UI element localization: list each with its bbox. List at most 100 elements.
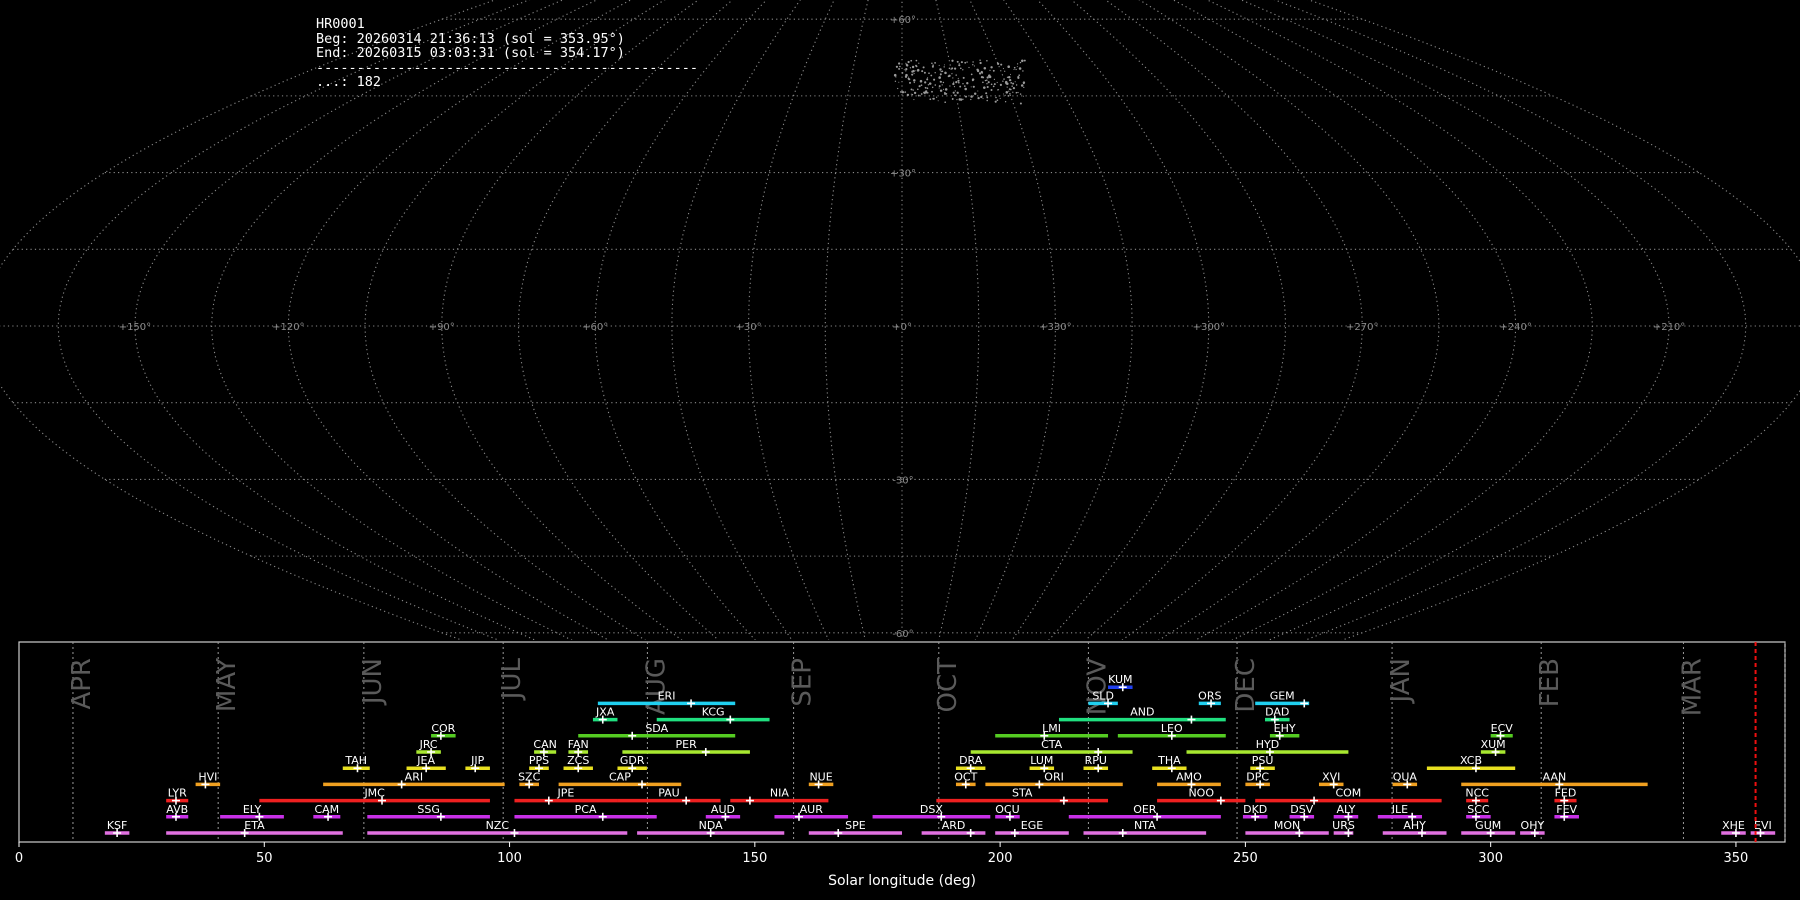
month-label: JUL xyxy=(497,657,527,701)
star-point xyxy=(915,59,918,62)
star-point xyxy=(913,79,916,82)
star-point xyxy=(948,67,951,70)
shower-label: JRC xyxy=(419,738,438,751)
star-point xyxy=(923,71,926,74)
meridian-line xyxy=(134,0,565,640)
shower-label: EVI xyxy=(1754,819,1772,832)
shower-label: EHY xyxy=(1274,722,1296,735)
star-point xyxy=(901,71,904,74)
shower-aan: AAN xyxy=(1461,770,1648,789)
star-point xyxy=(992,85,995,88)
star-point xyxy=(982,98,984,100)
meridian-line xyxy=(935,0,980,640)
star-point xyxy=(1022,95,1024,97)
shower-label: PPS xyxy=(529,754,549,767)
star-point xyxy=(940,81,943,83)
star-point xyxy=(959,67,962,70)
star-point xyxy=(938,64,940,66)
shower-label: ORS xyxy=(1198,689,1221,702)
star-point xyxy=(895,76,897,78)
star-point xyxy=(907,60,910,64)
star-point xyxy=(996,81,998,84)
star-point xyxy=(962,76,965,79)
shower-scc: SCC xyxy=(1466,803,1491,821)
star-point xyxy=(905,62,907,64)
star-point xyxy=(973,92,977,95)
star-point xyxy=(1015,68,1017,71)
month-label: JUN xyxy=(358,658,388,706)
shower-eri: ERI xyxy=(597,689,736,708)
shower-label: NOO xyxy=(1188,787,1214,800)
x-tick-label: 200 xyxy=(988,851,1013,866)
star-point xyxy=(1019,93,1022,95)
shower-label: DAD xyxy=(1265,706,1289,719)
shower-label: XHE xyxy=(1722,819,1745,832)
star-point xyxy=(930,74,933,77)
star-point xyxy=(982,81,984,84)
star-point xyxy=(1016,66,1018,68)
star-point xyxy=(1012,91,1014,93)
shower-label: OER xyxy=(1133,803,1157,816)
star-point xyxy=(944,71,947,75)
star-point xyxy=(964,61,967,64)
star-point xyxy=(898,67,901,70)
shower-dkd: DKD xyxy=(1242,803,1268,821)
plot-frame xyxy=(18,641,1786,843)
month-label: MAR xyxy=(1677,658,1707,716)
shower-label: DSV xyxy=(1290,803,1313,816)
star-point xyxy=(935,96,938,98)
shower-label: JMC xyxy=(363,787,385,800)
star-point xyxy=(948,74,951,78)
star-point xyxy=(962,82,964,85)
star-point xyxy=(942,88,945,90)
shower-label: NCC xyxy=(1465,787,1489,800)
star-point xyxy=(933,78,936,81)
star-point xyxy=(1003,78,1005,80)
shower-label: LYR xyxy=(168,787,187,800)
shower-label: NDA xyxy=(699,819,724,832)
star-point xyxy=(979,59,981,62)
star-point xyxy=(999,97,1001,99)
sky-map: +180°+150°+120°+90°+60°+30°+0°+330°+300°… xyxy=(0,0,1800,640)
meridian-line xyxy=(1273,0,1747,640)
star-point xyxy=(910,88,913,91)
shower-psu: PSU xyxy=(1250,754,1275,773)
month-labels: APR MAY JUN JUL AUG SEP OCT NOV DEC JAN FEB MAR xyxy=(67,657,1707,716)
ra-label: +90° xyxy=(429,322,455,333)
shower-label: KCG xyxy=(702,706,725,719)
shower-label: AVB xyxy=(166,803,188,816)
star-point xyxy=(956,91,959,94)
star-point xyxy=(954,67,957,70)
star-point xyxy=(988,76,991,78)
shower-label: ETA xyxy=(244,819,265,832)
star-point xyxy=(918,62,920,64)
x-tick-label: 50 xyxy=(256,851,273,866)
shower-ely: ELY xyxy=(220,803,284,821)
star-point xyxy=(972,85,975,88)
star-point xyxy=(1023,86,1025,89)
star-point xyxy=(943,66,945,68)
star-point xyxy=(964,87,967,91)
meridian-line xyxy=(748,0,835,640)
star-point xyxy=(959,98,963,101)
end-time: End: 20260315 03:03:31 (sol = 354.17°) xyxy=(316,45,625,61)
star-point xyxy=(913,99,915,101)
shower-label: LEO xyxy=(1161,722,1183,735)
star-point xyxy=(901,90,905,94)
star-point xyxy=(912,89,914,91)
star-point xyxy=(1023,59,1026,62)
star-point xyxy=(972,64,974,66)
star-point xyxy=(996,99,999,102)
star-point xyxy=(931,86,934,89)
shower-label: ERI xyxy=(658,689,676,702)
star-point xyxy=(1009,93,1011,95)
star-point xyxy=(919,79,923,83)
star-point xyxy=(994,100,997,103)
shower-label: OHY xyxy=(1521,819,1545,832)
shower-noo: NOO xyxy=(1157,787,1246,805)
ra-label: +0° xyxy=(892,322,912,333)
ra-label: +30° xyxy=(736,322,762,333)
sky-grid xyxy=(0,0,1800,640)
star-point xyxy=(1009,73,1012,75)
star-point xyxy=(1000,63,1003,66)
